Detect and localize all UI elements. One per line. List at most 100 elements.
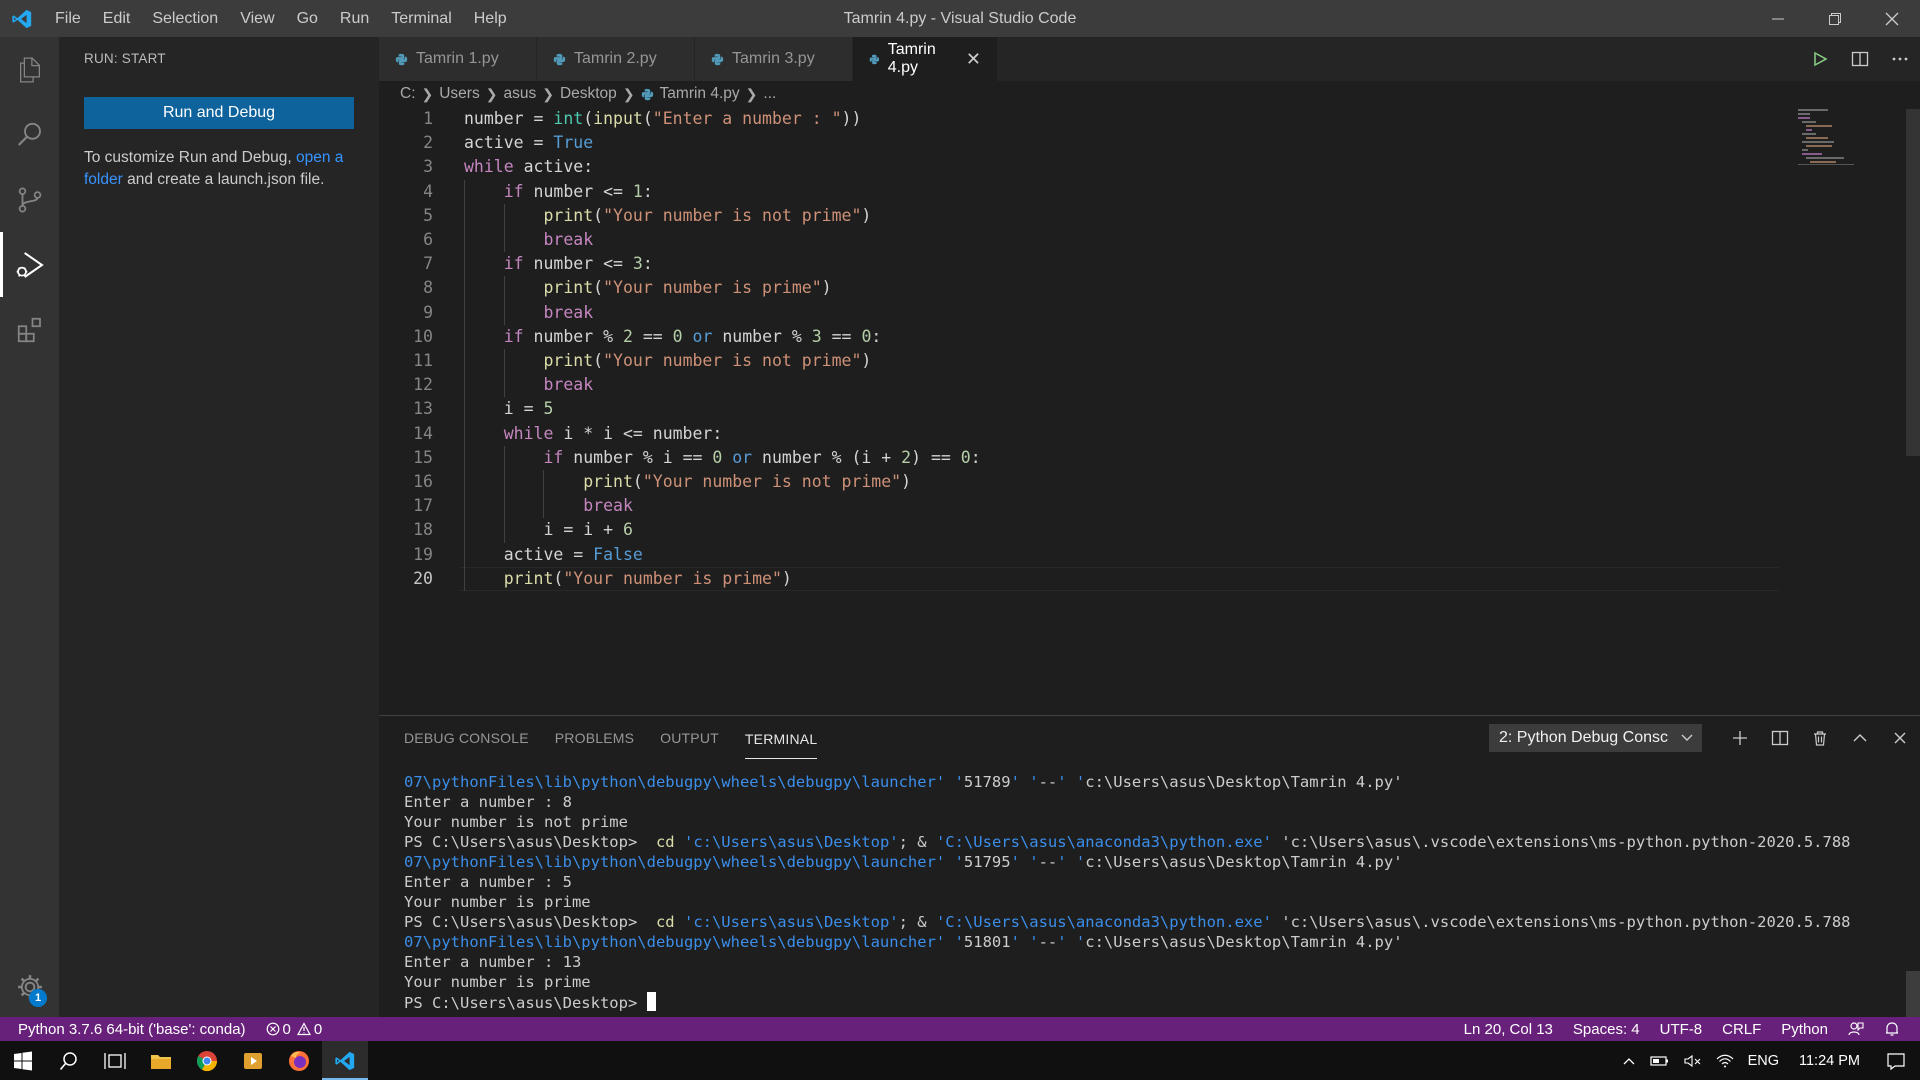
start-button[interactable]: [0, 1041, 46, 1080]
tab-tamrin-4[interactable]: Tamrin 4.py ✕: [853, 37, 998, 81]
menu-terminal[interactable]: Terminal: [380, 0, 462, 37]
vscode-app[interactable]: [322, 1041, 368, 1080]
more-actions-button[interactable]: [1880, 37, 1920, 81]
tab-output[interactable]: OUTPUT: [660, 716, 719, 760]
indent-guide: [464, 373, 465, 398]
wifi-status[interactable]: [1716, 1054, 1734, 1068]
breadcrumb-item[interactable]: Desktop: [560, 85, 617, 103]
clock[interactable]: 11:24 PM: [1799, 1053, 1860, 1069]
split-editor-button[interactable]: [1840, 37, 1880, 81]
search-button[interactable]: [0, 102, 59, 167]
code-line[interactable]: 17 break: [379, 494, 1779, 518]
code-line[interactable]: 15 if number % i == 0 or number % (i + 2…: [379, 446, 1779, 470]
code-text: print("Your number is not prime"): [583, 472, 912, 491]
source-control-button[interactable]: [0, 167, 59, 232]
menu-help[interactable]: Help: [463, 0, 518, 37]
menu-go[interactable]: Go: [286, 0, 329, 37]
editor-scroll-thumb[interactable]: [1906, 109, 1920, 456]
input-language[interactable]: ENG: [1748, 1053, 1779, 1069]
file-explorer-app[interactable]: [138, 1041, 184, 1080]
code-line[interactable]: 9 break: [379, 301, 1779, 325]
terminal-scrollbar[interactable]: [1906, 971, 1920, 1018]
extensions-button[interactable]: [0, 297, 59, 362]
action-center-button[interactable]: [1886, 1051, 1906, 1071]
breadcrumb-item[interactable]: Users: [439, 85, 479, 103]
problems-indicator[interactable]: 0 0: [266, 1021, 322, 1038]
tab-tamrin-3[interactable]: Tamrin 3.py: [695, 37, 853, 81]
cursor-position[interactable]: Ln 20, Col 13: [1464, 1021, 1553, 1038]
tab-problems[interactable]: PROBLEMS: [555, 716, 634, 760]
breadcrumb-item[interactable]: ...: [763, 85, 776, 103]
close-panel-button[interactable]: [1880, 716, 1920, 760]
minimize-button[interactable]: [1749, 0, 1806, 37]
explorer-button[interactable]: [0, 37, 59, 102]
code-line[interactable]: 19 active = False: [379, 543, 1779, 567]
close-window-button[interactable]: [1863, 0, 1920, 37]
notifications-button[interactable]: [1884, 1021, 1900, 1037]
vscode-logo-icon: [0, 0, 44, 37]
code-text: if number % i == 0 or number % (i + 2) =…: [543, 447, 981, 467]
breadcrumb-item[interactable]: Tamrin 4.py: [660, 85, 740, 103]
menu-view[interactable]: View: [229, 0, 285, 37]
run-debug-button[interactable]: [0, 232, 59, 297]
indent-guide: [503, 373, 505, 398]
code-line[interactable]: 6 break: [379, 228, 1779, 252]
code-line[interactable]: 12 break: [379, 373, 1779, 397]
minimap[interactable]: [1798, 107, 1854, 167]
menu-run[interactable]: Run: [329, 0, 380, 37]
code-line[interactable]: 14 while i * i <= number:: [379, 422, 1779, 446]
terminal-line: Your number is prime: [404, 893, 591, 911]
run-file-button[interactable]: [1800, 37, 1840, 81]
code-text: break: [543, 302, 594, 322]
maximize-panel-button[interactable]: [1840, 716, 1880, 760]
code-editor[interactable]: 1 number = int(input("Enter a number : ")…: [379, 107, 1920, 715]
tab-tamrin-2[interactable]: Tamrin 2.py: [537, 37, 695, 81]
tab-terminal[interactable]: TERMINAL: [744, 717, 818, 759]
terminal-output[interactable]: 07\pythonFiles\lib\python\debugpy\wheels…: [404, 772, 1904, 1013]
taskbar-search-button[interactable]: [46, 1041, 92, 1080]
language-mode[interactable]: Python: [1781, 1021, 1828, 1038]
run-and-debug-button[interactable]: Run and Debug: [84, 97, 354, 129]
media-app[interactable]: [230, 1041, 276, 1080]
close-tab-icon[interactable]: ✕: [966, 49, 981, 70]
show-hidden-icons-button[interactable]: [1622, 1054, 1636, 1068]
breadcrumb-item[interactable]: asus: [503, 85, 536, 103]
code-line[interactable]: 5 print("Your number is not prime"): [379, 204, 1779, 228]
end-of-line[interactable]: CRLF: [1722, 1021, 1761, 1038]
code-line[interactable]: 8 print("Your number is prime"): [379, 276, 1779, 300]
menu-selection[interactable]: Selection: [141, 0, 229, 37]
restore-button[interactable]: [1806, 0, 1863, 37]
new-terminal-button[interactable]: [1720, 716, 1760, 760]
code-line[interactable]: 1 number = int(input("Enter a number : ")…: [379, 107, 1779, 131]
code-line[interactable]: 7 if number <= 3:: [379, 252, 1779, 276]
terminal-selector[interactable]: 2: Python Debug Consc: [1489, 724, 1702, 752]
code-line[interactable]: 20 print("Your number is prime"): [379, 566, 1779, 591]
python-interpreter[interactable]: Python 3.7.6 64-bit ('base': conda): [18, 1021, 246, 1038]
editor-scrollbar[interactable]: [1906, 107, 1920, 715]
manage-settings-button[interactable]: 1: [0, 957, 59, 1017]
code-line[interactable]: 3 while active:: [379, 155, 1779, 179]
code-line[interactable]: 13 i = 5: [379, 397, 1779, 421]
tab-debug-console[interactable]: DEBUG CONSOLE: [404, 716, 529, 760]
code-line[interactable]: 11 print("Your number is not prime"): [379, 349, 1779, 373]
firefox-app[interactable]: [276, 1041, 322, 1080]
menu-file[interactable]: File: [44, 0, 92, 37]
code-line[interactable]: 16 print("Your number is not prime"): [379, 470, 1779, 494]
chrome-app[interactable]: [184, 1041, 230, 1080]
feedback-button[interactable]: [1848, 1021, 1864, 1037]
split-terminal-button[interactable]: [1760, 716, 1800, 760]
code-line[interactable]: 2 active = True: [379, 131, 1779, 155]
task-view-button[interactable]: [92, 1041, 138, 1080]
volume-status[interactable]: [1684, 1054, 1702, 1068]
battery-status[interactable]: [1649, 1054, 1670, 1068]
tab-tamrin-1[interactable]: Tamrin 1.py: [379, 37, 537, 81]
menu-edit[interactable]: Edit: [92, 0, 142, 37]
indentation[interactable]: Spaces: 4: [1573, 1021, 1640, 1038]
indent-guide: [464, 566, 465, 591]
breadcrumb-item[interactable]: C:: [400, 85, 416, 103]
kill-terminal-button[interactable]: [1800, 716, 1840, 760]
code-line[interactable]: 10 if number % 2 == 0 or number % 3 == 0…: [379, 325, 1779, 349]
file-encoding[interactable]: UTF-8: [1660, 1021, 1703, 1038]
code-line[interactable]: 18 i = i + 6: [379, 518, 1779, 542]
code-line[interactable]: 4 if number <= 1:: [379, 180, 1779, 204]
